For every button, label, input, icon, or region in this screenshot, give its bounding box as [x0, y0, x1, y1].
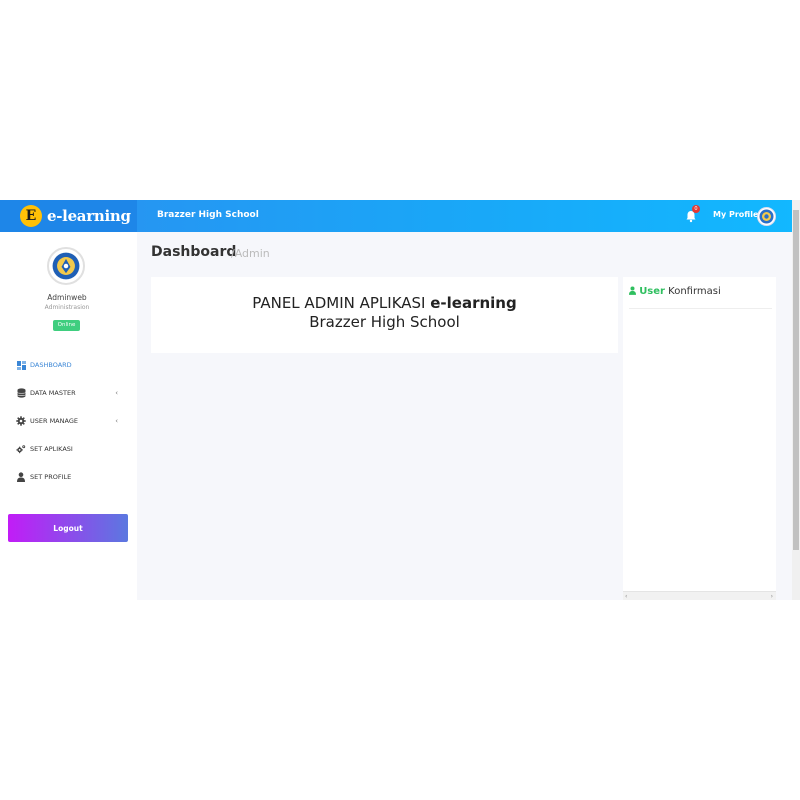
page-title: Dashboard — [151, 244, 237, 260]
header-school-name: Brazzer High School — [157, 210, 259, 220]
sidebar-item-dashboard[interactable]: DASHBOARD — [16, 358, 121, 372]
database-icon — [16, 388, 26, 398]
page-scrollbar[interactable] — [792, 200, 800, 600]
divider — [629, 308, 772, 309]
konfirmasi-title: User Konfirmasi — [629, 286, 721, 297]
panel-card: PANEL ADMIN APLIKASI e-learning Brazzer … — [151, 277, 618, 353]
panel-heading: PANEL ADMIN APLIKASI e-learning — [151, 294, 618, 312]
gear-icon — [16, 416, 26, 426]
gears-icon — [16, 444, 26, 454]
sidebar-item-label: DASHBOARD — [30, 361, 72, 369]
breadcrumb: /Admin — [231, 247, 270, 260]
scrollbar-thumb[interactable] — [793, 210, 799, 550]
user-name: Adminweb — [47, 293, 87, 302]
status-badge: Online — [53, 320, 80, 331]
sidebar-item-set-profile[interactable]: SET PROFILE — [16, 470, 121, 484]
logout-button[interactable]: Logout — [8, 514, 128, 542]
sidebar-item-set-aplikasi[interactable]: SET APLIKASI — [16, 442, 121, 456]
scroll-left-arrow-icon[interactable]: ‹ — [625, 593, 627, 600]
sidebar-item-label: SET PROFILE — [30, 473, 72, 481]
horizontal-scrollbar[interactable]: ‹ › — [623, 591, 776, 600]
panel-school-name: Brazzer High School — [309, 313, 460, 331]
brand-logo-icon: E — [20, 205, 42, 227]
school-logo-avatar — [47, 247, 85, 285]
sidebar-item-data-master[interactable]: DATA MASTER ‹ — [16, 386, 121, 400]
sidebar-item-label: SET APLIKASI — [30, 445, 73, 453]
profile-avatar[interactable] — [757, 207, 776, 226]
notification-badge: 0 — [692, 205, 700, 213]
user-icon — [629, 286, 636, 295]
my-profile-link[interactable]: My Profile — [713, 210, 758, 219]
sidebar-item-label: USER MANAGE — [30, 417, 78, 425]
brand-name: e-learning — [47, 207, 131, 225]
user-role: Administrasion — [44, 304, 90, 311]
konfirmasi-title-rest: Konfirmasi — [664, 286, 721, 297]
chevron-icon: ‹ — [115, 417, 118, 425]
sidebar-item-user-manage[interactable]: USER MANAGE ‹ — [16, 414, 121, 428]
sidebar-item-label: DATA MASTER — [30, 389, 76, 397]
panel-heading-brand: e-learning — [430, 294, 517, 312]
chevron-icon: ‹ — [115, 389, 118, 397]
brand[interactable]: E e-learning — [0, 200, 137, 232]
panel-heading-prefix: PANEL ADMIN APLIKASI — [252, 294, 431, 312]
scroll-right-arrow-icon[interactable]: › — [771, 593, 773, 600]
user-konfirmasi-card: User Konfirmasi ‹ › — [623, 277, 776, 600]
top-navbar: E e-learning Brazzer High School 0 My Pr… — [0, 200, 800, 232]
konfirmasi-title-highlight: User — [639, 286, 665, 297]
user-icon — [16, 472, 26, 482]
dashboard-icon — [16, 360, 26, 370]
app-window: E e-learning Brazzer High School 0 My Pr… — [0, 200, 800, 600]
sidebar: Adminweb Administrasion Online DASHBOARD… — [0, 232, 137, 600]
